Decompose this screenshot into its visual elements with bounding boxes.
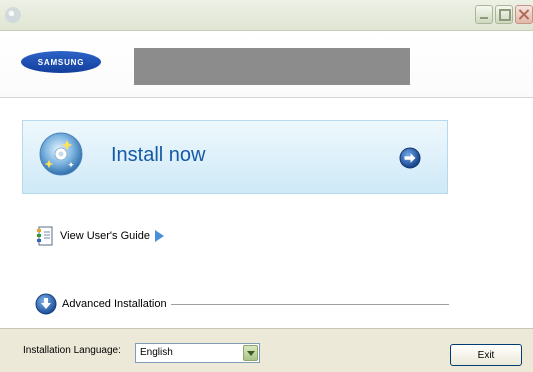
advanced-installation-row: Advanced Installation <box>35 293 449 315</box>
maximize-button[interactable] <box>495 5 513 24</box>
divider-line <box>170 303 449 305</box>
language-select-value: English <box>140 347 173 358</box>
exit-button[interactable]: Exit <box>450 344 522 366</box>
download-arrow-icon[interactable] <box>35 293 57 315</box>
minimize-button[interactable] <box>475 5 493 24</box>
header: SAMSUNG <box>0 31 533 98</box>
install-now-label: Install now <box>111 144 206 166</box>
samsung-logo: SAMSUNG <box>21 51 101 73</box>
footer: Installation Language: English Exit <box>0 328 533 372</box>
go-arrow-icon[interactable] <box>399 147 421 169</box>
app-icon <box>5 7 21 23</box>
installation-language-label: Installation Language: <box>23 345 121 356</box>
view-users-guide-label: View User's Guide <box>60 230 150 242</box>
document-icon <box>37 226 53 246</box>
install-now-button[interactable]: Install now <box>22 120 448 194</box>
play-arrow-icon <box>154 230 164 242</box>
model-name-redacted <box>134 48 410 85</box>
view-users-guide-link[interactable]: View User's Guide <box>36 226 164 246</box>
language-select[interactable]: English <box>135 343 260 363</box>
title-bar[interactable] <box>0 0 533 31</box>
close-button[interactable] <box>515 5 533 24</box>
chevron-down-icon[interactable] <box>243 345 258 361</box>
cd-disc-icon <box>39 132 83 176</box>
advanced-installation-label[interactable]: Advanced Installation <box>62 298 167 310</box>
installer-window: SAMSUNG Install now View User's Guide Ad… <box>0 0 533 372</box>
